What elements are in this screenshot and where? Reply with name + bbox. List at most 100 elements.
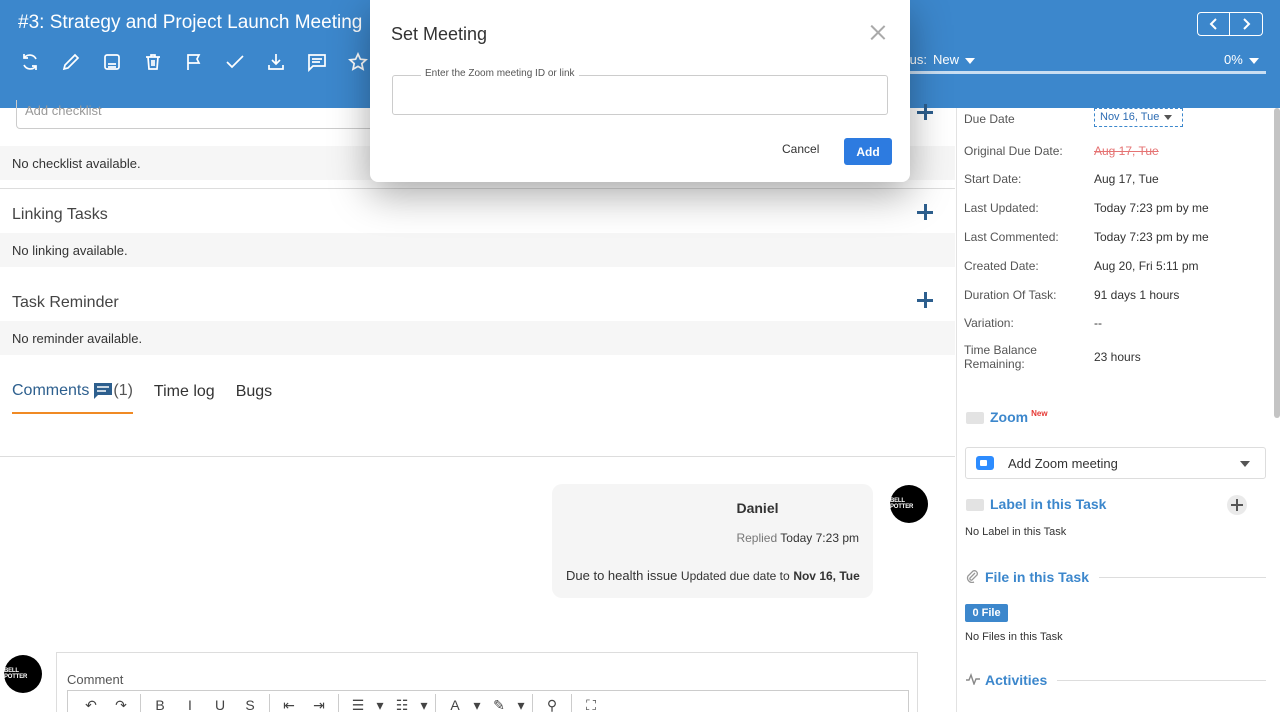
comment-editor: Comment ↶ ↷ B I U S ⇤ ⇥ ☰ ▾ ☷ ▾ A ▾ ✎ ▾ ⚲ ⛶ <box>56 652 918 712</box>
close-icon[interactable] <box>870 24 886 40</box>
task-toolbar <box>20 50 389 74</box>
tab-comments[interactable]: Comments (1) <box>12 382 133 414</box>
editor-tool-17[interactable]: ▾ <box>470 697 484 712</box>
zoom-heading: Zoom New <box>990 409 1048 425</box>
sidebar-scrollbar[interactable] <box>1274 108 1280 418</box>
task-detail-page: #3: Strategy and Project Launch Meeting … <box>0 0 1280 712</box>
detail-label: Duration Of Task: <box>964 288 1057 302</box>
detail-label: Original Due Date: <box>964 144 1063 158</box>
add-checklist-input[interactable]: Add checklist <box>16 100 386 129</box>
linking-empty: No linking available. <box>0 233 955 267</box>
caret-down-icon <box>1164 114 1173 120</box>
my-avatar: BELL POTTER <box>4 655 42 693</box>
comment-icon[interactable] <box>307 50 348 74</box>
toolbar-separator <box>571 694 572 712</box>
status-dropdown[interactable]: tus: New <box>906 52 975 67</box>
created-date-value: Aug 20, Fri 5:11 pm <box>1094 259 1199 273</box>
activities-heading: Activities <box>985 672 1048 688</box>
editor-tool-23[interactable]: ⛶ <box>576 697 606 712</box>
editor-tool-1[interactable]: ↷ <box>106 697 136 712</box>
task-title: #3: Strategy and Project Launch Meeting <box>18 12 363 33</box>
caret-down-icon <box>1248 57 1259 64</box>
toolbar-separator <box>269 694 270 712</box>
comment-timestamp: Today 7:23 pm <box>780 531 859 545</box>
editor-tool-3[interactable]: B <box>145 697 175 712</box>
editor-tool-11[interactable]: ☰ <box>343 697 373 712</box>
zoom-id-input[interactable] <box>401 85 879 107</box>
reminder-empty: No reminder available. <box>0 321 955 355</box>
editor-tool-0[interactable]: ↶ <box>76 697 106 712</box>
refresh-icon[interactable] <box>20 50 61 74</box>
detail-label: Last Commented: <box>964 230 1059 244</box>
comment-text: Due to health issue Updated due date to … <box>566 568 860 583</box>
activity-pulse-icon <box>966 673 980 685</box>
editor-tool-5[interactable]: U <box>205 697 235 712</box>
comment-editor-label: Comment <box>67 672 124 687</box>
editor-tool-21[interactable]: ⚲ <box>537 697 567 712</box>
editor-tool-14[interactable]: ▾ <box>417 697 431 712</box>
comment-update-text: Updated due date to <box>680 569 790 583</box>
divider <box>0 456 955 457</box>
flag-icon[interactable] <box>184 50 225 74</box>
caret-down-icon <box>1240 461 1250 467</box>
duration-value: 91 days 1 hours <box>1094 288 1180 302</box>
file-count-badge[interactable]: 0 File <box>965 604 1008 622</box>
due-date-select[interactable]: Nov 16, Tue <box>1094 108 1183 127</box>
editor-tool-6[interactable]: S <box>235 697 265 712</box>
zoom-id-field: Enter the Zoom meeting ID or link <box>392 68 888 115</box>
editor-tool-19[interactable]: ▾ <box>514 697 528 712</box>
divider <box>0 188 955 189</box>
comment-message: Due to health issue <box>566 568 678 583</box>
editor-tool-13[interactable]: ☷ <box>387 697 417 712</box>
editor-tool-16[interactable]: A <box>440 697 470 712</box>
editor-tool-12[interactable]: ▾ <box>373 697 387 712</box>
avatar: BELL POTTER <box>890 485 928 523</box>
comment-author: Daniel <box>736 500 779 516</box>
toolbar-separator <box>435 694 436 712</box>
start-date-value: Aug 17, Tue <box>1094 172 1159 186</box>
trash-icon[interactable] <box>143 50 184 74</box>
download-icon[interactable] <box>266 50 307 74</box>
status-value: New <box>932 52 959 67</box>
check-icon[interactable] <box>225 50 266 74</box>
add-checklist-plus-icon[interactable] <box>916 103 934 121</box>
editor-tool-9[interactable]: ⇥ <box>304 697 334 712</box>
label-heading: Label in this Task <box>990 496 1107 512</box>
cancel-button[interactable]: Cancel <box>782 142 819 156</box>
next-task-button[interactable] <box>1230 12 1263 36</box>
last-updated-value: Today 7:23 pm by me <box>1094 201 1209 215</box>
tab-bugs[interactable]: Bugs <box>236 382 272 414</box>
add-linking-plus-icon[interactable] <box>916 203 934 221</box>
video-camera-icon <box>966 412 984 424</box>
due-date-value: Nov 16, Tue <box>1100 111 1160 123</box>
chevron-right-icon <box>1243 18 1251 30</box>
zoom-id-field-label: Enter the Zoom meeting ID or link <box>421 68 579 79</box>
editor-tool-4[interactable]: I <box>175 697 205 712</box>
task-navigation <box>1197 12 1263 36</box>
tab-time-log[interactable]: Time log <box>154 382 215 414</box>
new-tag: New <box>1031 409 1048 419</box>
zoom-select-text: Add Zoom meeting <box>1008 455 1118 471</box>
no-files-text: No Files in this Task <box>965 631 1063 643</box>
edit-icon[interactable] <box>61 50 102 74</box>
save-icon[interactable] <box>102 50 143 74</box>
add-zoom-meeting-select[interactable]: Add Zoom meeting <box>965 447 1266 479</box>
add-label-plus-icon[interactable] <box>1227 495 1247 515</box>
tab-comments-label: Comments <box>12 382 90 399</box>
divider <box>1099 577 1266 578</box>
prev-task-button[interactable] <box>1197 12 1230 36</box>
zoom-logo-icon <box>976 456 994 470</box>
progress-dropdown[interactable]: 0% <box>1224 52 1259 67</box>
editor-toolbar: ↶ ↷ B I U S ⇤ ⇥ ☰ ▾ ☷ ▾ A ▾ ✎ ▾ ⚲ ⛶ <box>67 690 909 712</box>
replied-label: Replied <box>736 531 778 545</box>
time-balance-value: 23 hours <box>1094 350 1141 364</box>
original-due-date-value: Aug 17, Tue <box>1094 144 1159 158</box>
chevron-left-icon <box>1209 18 1217 30</box>
task-reminder-title: Task Reminder <box>12 294 119 311</box>
editor-tool-8[interactable]: ⇤ <box>274 697 304 712</box>
comment-tabs: Comments (1) Time log Bugs <box>12 382 293 414</box>
add-reminder-plus-icon[interactable] <box>916 291 934 309</box>
detail-label: Start Date: <box>964 172 1022 186</box>
editor-tool-18[interactable]: ✎ <box>484 697 514 712</box>
add-button[interactable]: Add <box>844 138 892 165</box>
